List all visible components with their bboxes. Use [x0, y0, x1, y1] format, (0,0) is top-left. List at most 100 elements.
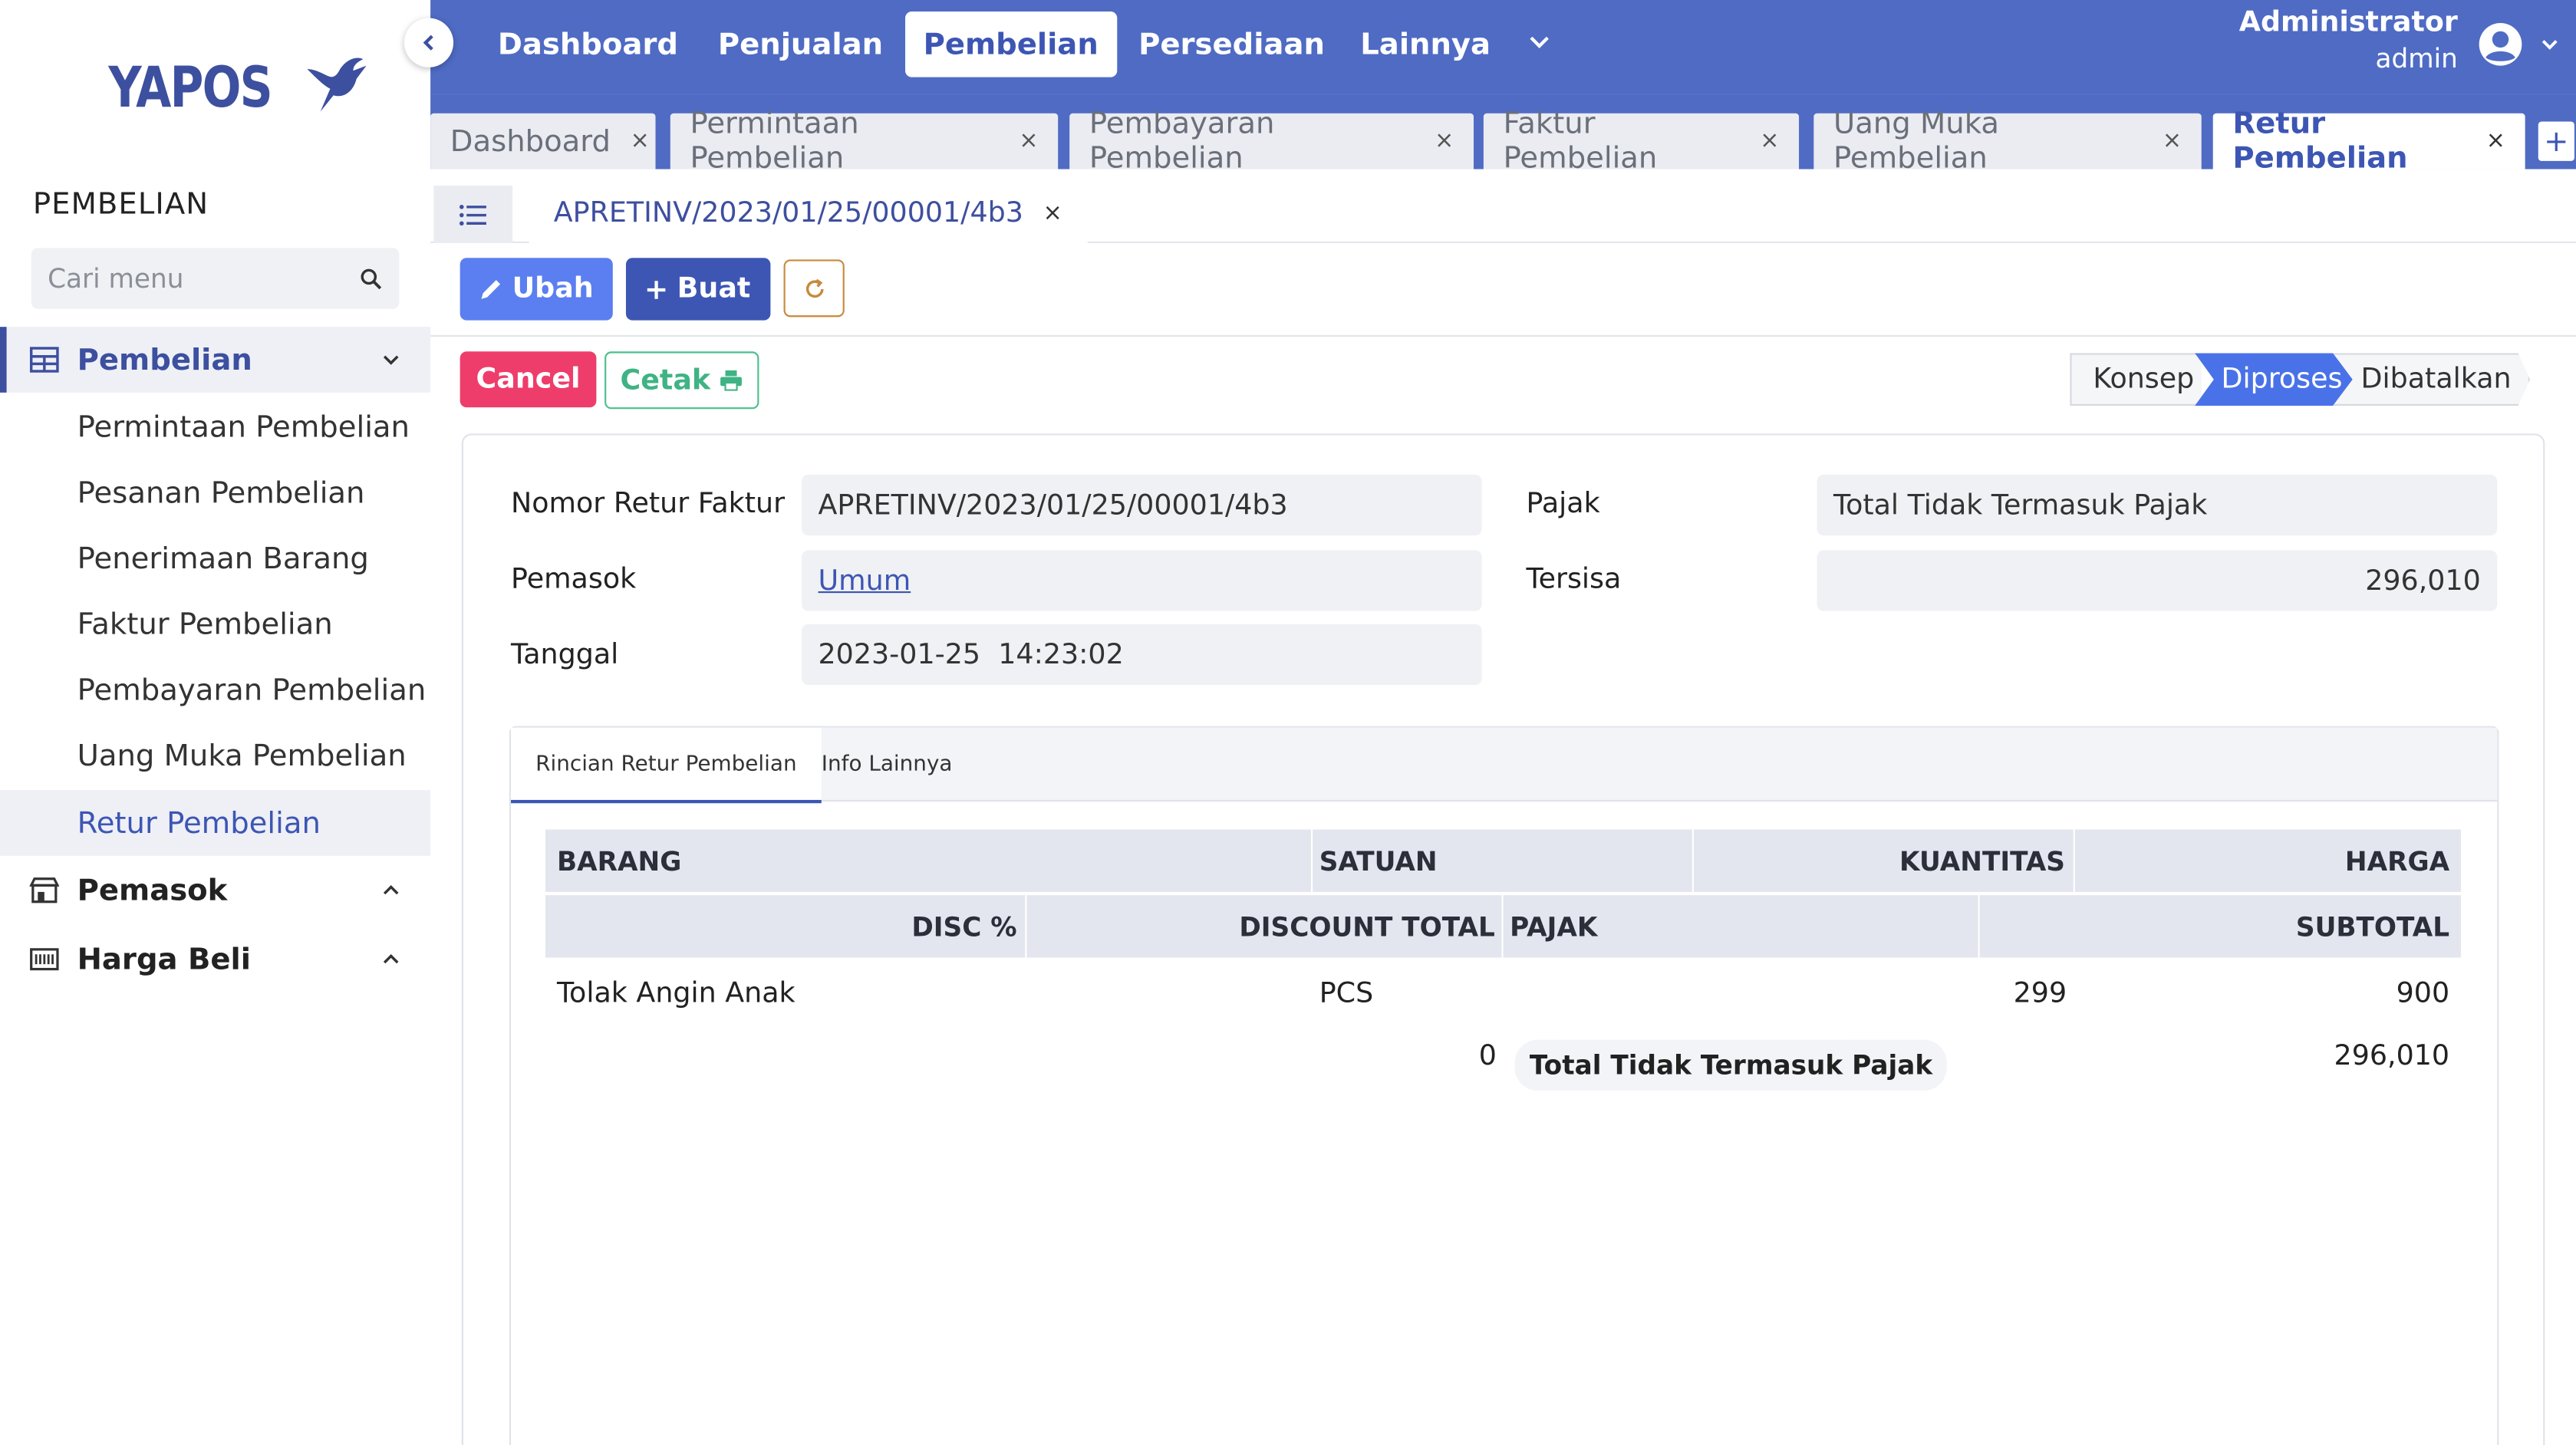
cell-barang[interactable]: Tolak Angin Anak — [557, 977, 796, 1010]
sidebar-item-pembayaran-pembelian[interactable]: Pembayaran Pembelian — [0, 657, 430, 723]
store-icon — [29, 877, 60, 904]
tab-dashboard[interactable]: Dashboard × — [430, 113, 656, 170]
tab-label: Pembayaran Pembelian — [1089, 107, 1275, 176]
close-icon[interactable]: × — [1435, 128, 1454, 154]
cell-kuantitas[interactable]: 299 — [1694, 977, 2067, 1010]
cell-satuan[interactable]: PCS — [1319, 977, 1374, 1010]
nav-persediaan[interactable]: Persediaan — [1121, 12, 1343, 77]
sidebar-section-title: PEMBELIAN — [32, 187, 209, 222]
status-step-diproses: Diproses — [2195, 353, 2353, 406]
close-icon[interactable]: × — [1019, 128, 1038, 154]
sidebar-group-harga-beli[interactable]: Harga Beli — [0, 927, 430, 992]
cell-harga[interactable]: 900 — [2075, 977, 2450, 1010]
chevron-up-icon — [383, 953, 399, 964]
sidebar-group-label: Harga Beli — [77, 942, 251, 977]
sidebar-group-pemasok[interactable]: Pemasok — [0, 857, 430, 923]
toolbar: Ubah Buat — [430, 242, 2576, 337]
refresh-icon — [805, 278, 823, 298]
chevron-down-icon[interactable] — [2540, 35, 2560, 54]
edit-button-label: Ubah — [512, 272, 594, 306]
header-kuantitas: KUANTITAS — [1693, 829, 2074, 892]
print-button[interactable]: Cetak — [604, 351, 759, 410]
tab-info-lainnya[interactable]: Info Lainnya — [797, 728, 977, 801]
chevron-down-icon — [383, 355, 399, 365]
status-steps: Konsep Diproses Dibatalkan — [2070, 353, 2531, 406]
cell-pajak-badge[interactable]: Total Tidak Termasuk Pajak — [1514, 1039, 1948, 1091]
tab-label: Permintaan Pembelian — [690, 107, 859, 176]
create-button[interactable]: Buat — [625, 258, 771, 321]
plus-icon — [647, 280, 666, 298]
close-icon[interactable]: × — [2163, 128, 2182, 154]
close-icon[interactable]: × — [631, 128, 650, 154]
user-avatar-icon[interactable] — [2478, 21, 2524, 67]
nav-lainnya[interactable]: Lainnya — [1342, 12, 1509, 77]
close-icon[interactable]: × — [1760, 128, 1779, 154]
tersisa-field: 296,010 — [1817, 550, 2498, 611]
cell-discount-total[interactable]: 0 — [1026, 1040, 1497, 1073]
status-step-konsep: Konsep — [2070, 353, 2202, 406]
header-barang: BARANG — [545, 829, 1311, 892]
status-step-dibatalkan: Dibatalkan — [2333, 353, 2531, 406]
sidebar-item-penerimaan-barang[interactable]: Penerimaan Barang — [0, 525, 430, 591]
refresh-button[interactable] — [783, 259, 845, 318]
user-name: Administrator — [2238, 6, 2458, 40]
header-disc: DISC % — [545, 895, 1026, 958]
close-icon[interactable]: × — [2486, 128, 2505, 154]
tab-retur-pembelian[interactable]: Retur Pembelian × — [2212, 107, 2525, 176]
chevron-up-icon — [383, 885, 399, 895]
user-menu[interactable]: Administrator admin — [2239, 7, 2458, 74]
list-view-button[interactable] — [433, 186, 513, 243]
pemasok-link[interactable]: Umum — [802, 550, 1482, 611]
tab-label: Uang Muka Pembelian — [1833, 107, 1999, 176]
tab-label: Faktur Pembelian — [1503, 107, 1658, 176]
menu-search-input[interactable]: Cari menu — [48, 263, 360, 295]
sidebar-item-pesanan-pembelian[interactable]: Pesanan Pembelian — [0, 460, 430, 526]
bird-logo-icon — [307, 58, 367, 112]
sidebar-collapse-button[interactable] — [404, 18, 454, 67]
tab-permintaan-pembelian[interactable]: Permintaan Pembelian × — [670, 107, 1059, 176]
tab-rincian-retur[interactable]: Rincian Retur Pembelian — [511, 727, 822, 804]
header-satuan: SATUAN — [1313, 829, 1692, 892]
tab-faktur-pembelian[interactable]: Faktur Pembelian × — [1483, 107, 1800, 176]
nav-penjualan[interactable]: Penjualan — [700, 12, 901, 77]
app-root: YAPOS PEMBELIAN Cari menu Pembelian Perm… — [0, 0, 2576, 1445]
tab-uang-muka-pembelian[interactable]: Uang Muka Pembelian × — [1813, 107, 2202, 176]
document-tabs-row: APRETINV/2023/01/25/00001/4b3 × — [430, 169, 2576, 243]
table-icon — [29, 347, 59, 373]
nomor-retur-field: APRETINV/2023/01/25/00001/4b3 — [802, 474, 1482, 536]
pajak-field: Total Tidak Termasuk Pajak — [1817, 474, 2498, 536]
tab-label: Retur Pembelian — [2232, 107, 2408, 176]
tab-pembayaran-pembelian[interactable]: Pembayaran Pembelian × — [1069, 107, 1474, 176]
menu-search[interactable]: Cari menu — [31, 248, 400, 309]
brand-logo[interactable]: YAPOS — [108, 56, 370, 121]
header-pajak: PAJAK — [1503, 895, 1978, 958]
close-icon[interactable]: × — [1043, 199, 1062, 225]
document-tab[interactable]: APRETINV/2023/01/25/00001/4b3 × — [529, 186, 1087, 243]
tab-label: Dashboard — [450, 123, 611, 159]
sidebar-group-pembelian[interactable]: Pembelian — [0, 327, 431, 393]
cancel-button[interactable]: Cancel — [460, 351, 597, 408]
tanggal-label: Tanggal — [511, 639, 619, 672]
tanggal-field: 2023-01-25 14:23:02 — [802, 624, 1482, 686]
chevron-down-icon[interactable] — [1528, 30, 1551, 53]
header-discount-total: DISCOUNT TOTAL — [1026, 895, 1502, 958]
add-tab-button[interactable]: + — [2538, 121, 2574, 161]
sidebar-item-uang-muka-pembelian[interactable]: Uang Muka Pembelian — [0, 722, 430, 788]
nav-pembelian[interactable]: Pembelian — [905, 11, 1117, 77]
sidebar-item-faktur-pembelian[interactable]: Faktur Pembelian — [0, 591, 430, 657]
chevron-left-icon — [423, 35, 433, 51]
sidebar-item-permintaan-pembelian[interactable]: Permintaan Pembelian — [0, 394, 430, 460]
sidebar: YAPOS PEMBELIAN Cari menu Pembelian Perm… — [0, 0, 431, 1445]
sidebar-item-retur-pembelian[interactable]: Retur Pembelian — [0, 790, 431, 856]
tersisa-label: Tersisa — [1526, 563, 1622, 597]
nomor-retur-label: Nomor Retur Faktur — [511, 488, 786, 521]
pemasok-label: Pemasok — [511, 563, 637, 597]
nav-dashboard[interactable]: Dashboard — [479, 12, 696, 77]
barcode-icon — [30, 948, 59, 971]
list-icon — [460, 203, 486, 225]
pajak-label: Pajak — [1526, 488, 1600, 521]
search-icon[interactable] — [360, 267, 383, 290]
top-nav: Dashboard Penjualan Pembelian Persediaan… — [430, 0, 2576, 94]
sidebar-group-label: Pembelian — [77, 342, 252, 377]
edit-button[interactable]: Ubah — [460, 258, 613, 321]
